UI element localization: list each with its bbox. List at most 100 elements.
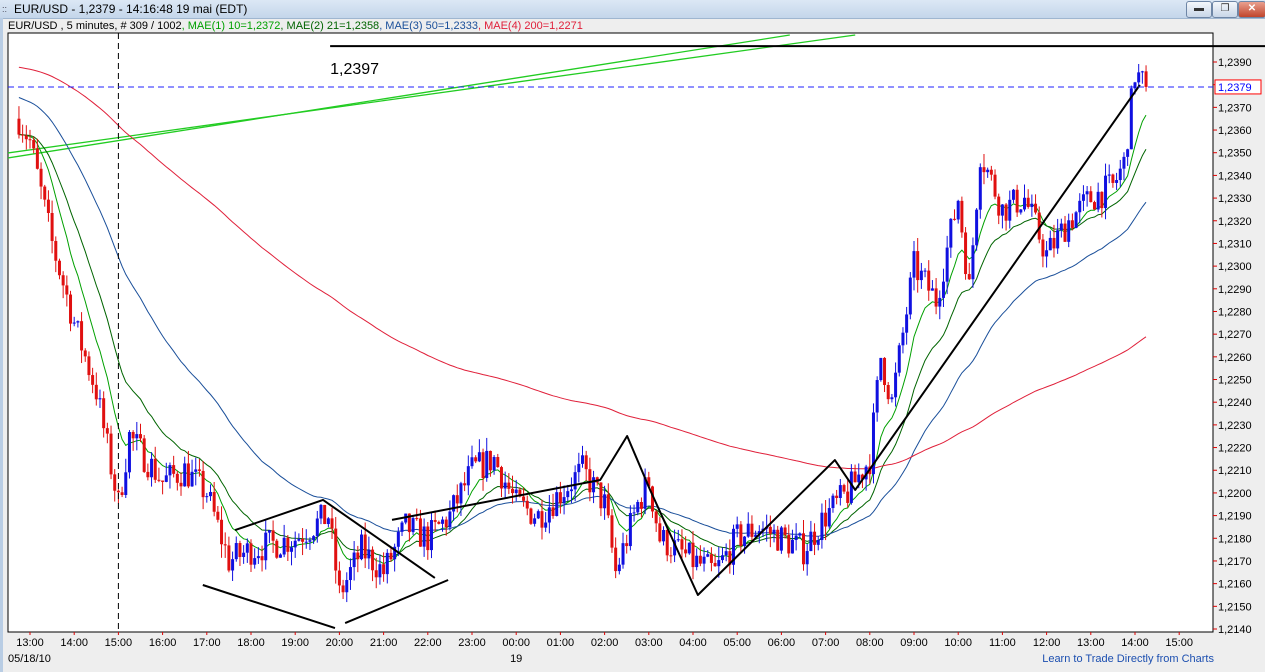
x-tick-label: 15:00 [1165, 637, 1193, 649]
learn-to-trade-link[interactable]: Learn to Trade Directly from Charts [1042, 653, 1214, 665]
candle-body [1008, 199, 1012, 221]
candle-body [1026, 197, 1030, 208]
candle-body [912, 251, 916, 278]
candle-body [50, 212, 54, 241]
candle-body [400, 522, 404, 532]
candle-body [124, 472, 128, 495]
candle-body [238, 543, 242, 557]
candle-body [1122, 156, 1126, 169]
candle-body [499, 467, 503, 489]
candle-body [790, 539, 794, 554]
candle-body [466, 466, 470, 486]
candle-body [798, 533, 802, 536]
candle-body [684, 549, 688, 554]
candle-body [278, 554, 282, 558]
price-chart[interactable]: 1,2397 1,2140 1,2150 1,2160 1,2170 1,2180 1,2… [0, 0, 1265, 672]
candle-body [599, 482, 603, 509]
candle-body [614, 547, 618, 572]
candle-body [212, 491, 216, 512]
candle-body [831, 495, 835, 509]
candle-body [65, 285, 69, 295]
candle-body [94, 384, 98, 400]
candle-body [934, 288, 938, 307]
candle-body [625, 543, 629, 547]
candle-body [481, 452, 485, 479]
candle-body [698, 555, 702, 564]
candle-body [223, 544, 227, 546]
candle-body [1107, 174, 1111, 176]
candle-body [98, 398, 102, 400]
x-tick-label: 15:00 [105, 637, 133, 649]
candle-body [941, 281, 945, 298]
candle-body [1067, 220, 1071, 242]
date-label: 19 [510, 653, 522, 665]
candle-body [511, 488, 515, 494]
candle-body [503, 482, 507, 489]
candle-body [444, 519, 448, 528]
chart-info-line: EUR/USD , 5 minutes, # 309 / 1002, MAE(1… [8, 20, 583, 32]
candle-body [249, 543, 253, 565]
candle-body [463, 483, 467, 486]
candle-body [662, 529, 666, 542]
y-tick-label: 1,2270 [1218, 329, 1252, 341]
candle-body [879, 357, 883, 381]
candle-body [813, 531, 817, 545]
candle-body [905, 314, 909, 333]
candle-body [253, 558, 257, 565]
x-tick-label: 23:00 [458, 637, 486, 649]
candle-body [157, 479, 161, 481]
candle-body [938, 297, 942, 307]
candle-body [208, 491, 212, 497]
candle-body [256, 556, 260, 559]
date-label: 05/18/10 [8, 653, 51, 665]
candle-body [577, 463, 581, 473]
y-tick-label: 1,2360 [1218, 125, 1252, 137]
candle-body [706, 554, 710, 557]
candle-body [105, 428, 109, 434]
candle [975, 208, 979, 251]
candle-body [308, 540, 312, 542]
candle-body [930, 288, 934, 291]
candle-body [1144, 71, 1148, 87]
candle-body [857, 474, 861, 483]
candle-body [61, 275, 65, 286]
candle-body [205, 496, 209, 498]
candle-body [1070, 220, 1074, 228]
candle-body [1041, 239, 1045, 257]
y-tick-label: 1,2310 [1218, 238, 1252, 250]
candle-body [1085, 191, 1089, 195]
candle-body [24, 135, 28, 140]
candle [871, 403, 875, 484]
candle-body [271, 530, 275, 541]
candle-body [135, 434, 139, 439]
candle-body [695, 555, 699, 568]
y-tick-label: 1,2330 [1218, 193, 1252, 205]
candle-body [426, 526, 430, 551]
candle-body [337, 570, 341, 586]
candle-body [367, 549, 371, 559]
candle-body [150, 458, 154, 478]
candle-body [396, 531, 400, 547]
x-tick-label: 12:00 [1033, 637, 1061, 649]
candle-body [997, 196, 1001, 216]
candle-body [555, 492, 559, 516]
candle-body [566, 491, 570, 498]
candle-body [967, 274, 971, 280]
candle-body [1089, 191, 1093, 203]
candle-body [610, 515, 614, 548]
candle-body [194, 469, 198, 472]
ma1-info: , MAE(1) 10=1,2372 [181, 20, 281, 32]
candle-body [477, 452, 481, 462]
candle-body [827, 508, 831, 527]
candle-body [1111, 174, 1115, 183]
candle [275, 538, 279, 559]
y-tick-label: 1,2350 [1218, 148, 1252, 160]
candle-body [301, 539, 305, 542]
candle [142, 435, 146, 473]
current-price-label: 1,2379 [1218, 82, 1252, 94]
candle-body [352, 552, 356, 568]
candle-body [713, 562, 717, 567]
candle-body [945, 247, 949, 282]
candle [964, 227, 968, 280]
candle-body [573, 472, 577, 490]
